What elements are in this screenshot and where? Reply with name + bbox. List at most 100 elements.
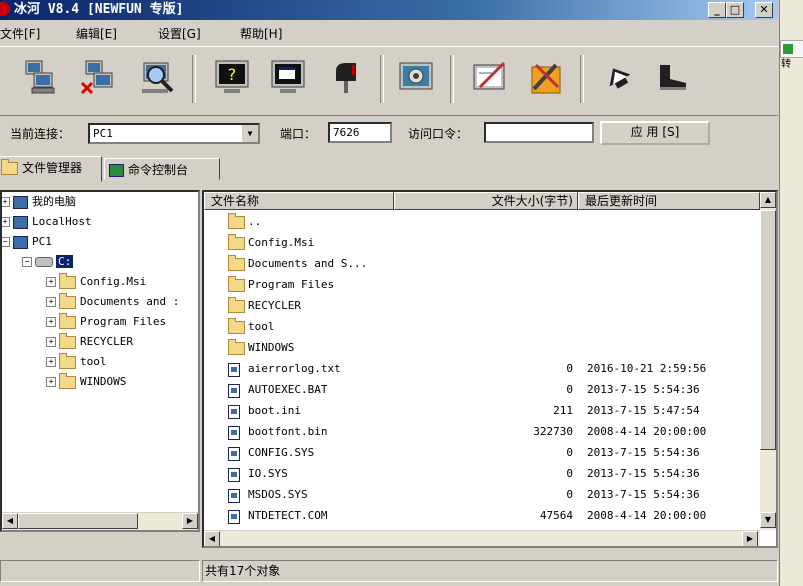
minimize-button[interactable]: _	[708, 2, 726, 18]
collapse-icon[interactable]: −	[2, 237, 10, 247]
computer-icon	[13, 215, 28, 229]
tree-item-folder[interactable]: + Config.Msi	[46, 272, 146, 292]
scroll-left-icon[interactable]: ◀	[2, 513, 18, 529]
file-name: MSDOS.SYS	[248, 488, 308, 501]
table-row[interactable]: MSDOS.SYS 0 2013-7-15 5:54:36	[204, 484, 760, 505]
gear-control-icon[interactable]	[396, 57, 436, 97]
folder-icon	[228, 234, 245, 250]
expand-icon[interactable]: +	[2, 217, 10, 227]
table-row[interactable]: Documents and S...	[204, 253, 760, 274]
arrow-up-icon[interactable]	[598, 57, 638, 97]
file-horizontal-scrollbar[interactable]: ◀ ▶	[204, 530, 760, 546]
side-window-button[interactable]: 转	[780, 40, 803, 70]
tree-item-folder[interactable]: + Program Files	[46, 312, 166, 332]
file-size: 0	[566, 446, 573, 459]
mailbox-icon[interactable]	[326, 57, 366, 97]
file-list[interactable]: 文件名称 文件大小(字节) 最后更新时间 .. Config.Msi Documen…	[202, 190, 778, 548]
search-host-icon[interactable]	[138, 57, 178, 97]
table-row[interactable]: aierrorlog.txt 0 2016-10-21 2:59:56	[204, 358, 760, 379]
collapse-icon[interactable]: −	[22, 257, 32, 267]
computer-icon	[13, 195, 28, 209]
menu-help[interactable]: 帮助[H]	[240, 25, 282, 42]
scroll-right-icon[interactable]: ▶	[182, 513, 198, 529]
expand-icon[interactable]: +	[46, 337, 56, 347]
menu-settings[interactable]: 设置[G]	[158, 25, 201, 42]
tree-item-folder[interactable]: + tool	[46, 352, 107, 372]
table-row[interactable]: Config.Msi	[204, 232, 760, 253]
tree-item-localhost[interactable]: + LocalHost	[2, 212, 92, 232]
boot-icon[interactable]	[652, 57, 692, 97]
add-host-icon[interactable]	[18, 57, 58, 97]
tree-item-folder[interactable]: + Documents and :	[46, 292, 179, 312]
expand-icon[interactable]: +	[46, 377, 56, 387]
table-row[interactable]: IO.SYS 0 2013-7-15 5:54:36	[204, 463, 760, 484]
tree-item-folder[interactable]: + RECYCLER	[46, 332, 133, 352]
scroll-right-icon[interactable]: ▶	[742, 531, 758, 546]
close-button[interactable]: ✕	[755, 2, 773, 18]
table-row[interactable]: CONFIG.SYS 0 2013-7-15 5:54:36	[204, 442, 760, 463]
maximize-button[interactable]: □	[726, 2, 744, 18]
file-name: Program Files	[248, 278, 335, 291]
folder-icon	[59, 332, 76, 349]
table-row[interactable]: Program Files	[204, 274, 760, 295]
table-row[interactable]: bootfont.bin 322730 2008-4-14 20:00:00	[204, 421, 760, 442]
tree-item-folder[interactable]: + WINDOWS	[46, 372, 126, 392]
expand-icon[interactable]: +	[46, 277, 56, 287]
table-row[interactable]: WINDOWS	[204, 337, 760, 358]
tree-item-pc1[interactable]: − PC1	[2, 232, 52, 252]
table-row[interactable]: AUTOEXEC.BAT 0 2013-7-15 5:54:36	[204, 379, 760, 400]
file-vertical-scrollbar[interactable]: ▲ ▼	[760, 192, 776, 530]
file-date: 2013-7-15 5:47:54	[587, 404, 700, 417]
menu-edit[interactable]: 编辑[E]	[76, 25, 117, 42]
tab-file-manager[interactable]: 文件管理器	[0, 156, 102, 182]
column-header-date[interactable]: 最后更新时间	[578, 192, 760, 210]
file-size: 0	[566, 467, 573, 480]
column-header-size[interactable]: 文件大小(字节)	[394, 192, 578, 210]
folder-tree[interactable]: + 我的电脑 + LocalHost − PC1 − C: + Config.Msi + D…	[0, 190, 200, 532]
delete-host-icon[interactable]	[78, 57, 118, 97]
table-row[interactable]: ..	[204, 211, 760, 232]
console-icon	[109, 164, 124, 177]
scroll-thumb[interactable]	[18, 513, 138, 529]
connection-bar: 当前连接： PC1 ▼ 端口： 7626 访问口令： 应 用 [S]	[0, 116, 778, 148]
file-name: RECYCLER	[248, 299, 301, 312]
table-row[interactable]: boot.ini 211 2013-7-15 5:47:54	[204, 400, 760, 421]
file-size: 0	[566, 362, 573, 375]
port-label: 端口：	[280, 127, 317, 141]
tools-icon[interactable]	[526, 57, 566, 97]
svg-text:?: ?	[228, 65, 237, 84]
computer-icon	[13, 235, 28, 249]
tree-item-drive-c[interactable]: − C:	[22, 252, 74, 272]
table-row[interactable]: NTDETECT.COM 47564 2008-4-14 20:00:00	[204, 505, 760, 526]
current-connection-select[interactable]: PC1 ▼	[88, 123, 260, 144]
file-date: 2013-7-15 5:54:36	[587, 383, 700, 396]
column-header-name[interactable]: 文件名称	[204, 192, 394, 210]
folder-icon	[59, 352, 76, 369]
file-name: WINDOWS	[248, 341, 295, 354]
scroll-up-icon[interactable]: ▲	[760, 192, 776, 208]
password-input[interactable]	[484, 122, 594, 143]
expand-icon[interactable]: +	[46, 317, 56, 327]
tree-horizontal-scrollbar[interactable]: ◀ ▶	[2, 512, 198, 530]
tree-item-my-computer[interactable]: + 我的电脑	[2, 192, 76, 212]
file-size: 47564	[539, 509, 573, 522]
screen-capture-icon[interactable]	[268, 57, 308, 97]
title-bar[interactable]: 冰河 V8.4 [NEWFUN 专版] _ □ ✕	[0, 0, 778, 20]
scroll-left-icon[interactable]: ◀	[204, 531, 220, 546]
chevron-down-icon[interactable]: ▼	[241, 125, 258, 142]
scroll-thumb[interactable]	[760, 210, 776, 450]
table-row[interactable]: tool	[204, 316, 760, 337]
expand-icon[interactable]: +	[46, 297, 56, 307]
tab-command-console[interactable]: 命令控制台	[104, 158, 220, 180]
menu-file[interactable]: 文件[F]	[0, 25, 40, 42]
apply-button[interactable]: 应 用 [S]	[600, 121, 710, 145]
help-monitor-icon[interactable]: ?	[212, 57, 252, 97]
current-connection-label: 当前连接：	[10, 127, 71, 141]
expand-icon[interactable]: +	[46, 357, 56, 367]
table-row[interactable]: RECYCLER	[204, 295, 760, 316]
port-input[interactable]: 7626	[328, 122, 392, 143]
notepad-icon[interactable]	[470, 57, 510, 97]
file-icon	[228, 489, 240, 503]
expand-icon[interactable]: +	[2, 197, 10, 207]
scroll-down-icon[interactable]: ▼	[760, 512, 776, 528]
